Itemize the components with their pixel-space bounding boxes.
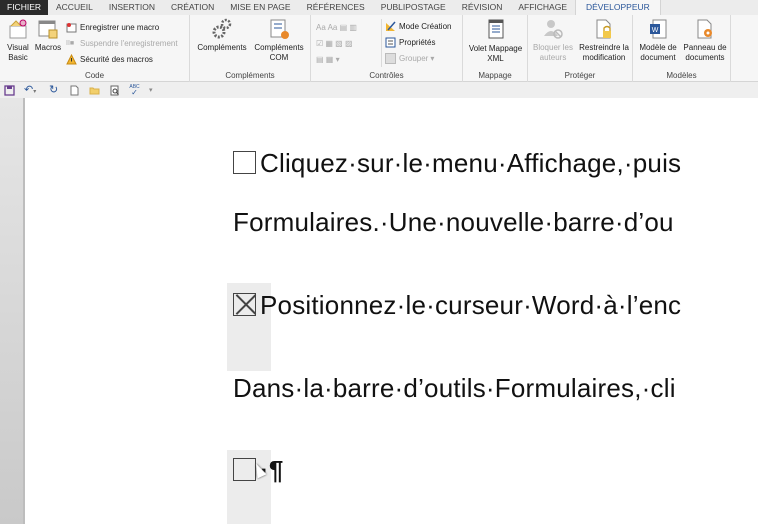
restrict-editing-button[interactable]: Restreindre la modification	[576, 18, 632, 63]
tab-publipostage[interactable]: PUBLIPOSTAGE	[373, 0, 454, 15]
group-label-mappage: Mappage	[478, 71, 512, 80]
ribbon: Visual Basic Macros Enregistrer une macr…	[0, 15, 758, 82]
group-code: Visual Basic Macros Enregistrer une macr…	[0, 15, 190, 82]
svg-text:W: W	[652, 27, 659, 34]
block-authors-icon	[544, 20, 563, 39]
document-line-4[interactable]: Dans·la·barre·d’outils·Formulaires,·cli	[233, 373, 676, 404]
pause-recording-button[interactable]: II■ Suspendre l'enregistrement	[66, 36, 178, 50]
checkbox-checked-icon[interactable]	[233, 293, 256, 316]
tab-references[interactable]: RÉFÉRENCES	[299, 0, 373, 15]
word-template-icon: W	[650, 19, 667, 39]
macro-security-button[interactable]: Sécurité des macros	[66, 52, 153, 66]
group-complements: Compléments Compléments COM Compléments	[190, 15, 311, 82]
visual-basic-button[interactable]: Visual Basic	[3, 18, 33, 63]
visual-basic-icon	[9, 19, 27, 39]
new-document-icon[interactable]	[69, 85, 80, 96]
group-label-modeles: Modèles	[666, 71, 697, 80]
properties-button[interactable]: Propriétés	[385, 35, 435, 49]
checkbox-unchecked-icon[interactable]	[233, 151, 256, 174]
tab-insertion[interactable]: INSERTION	[101, 0, 163, 15]
save-icon[interactable]	[4, 84, 15, 96]
document-template-button[interactable]: W Modèle de document	[635, 18, 681, 63]
tab-revision[interactable]: RÉVISION	[454, 0, 511, 15]
legacy-tools-row: ▤ ▦ ▾	[316, 55, 340, 64]
document-line-2[interactable]: Formulaires.·Une·nouvelle·barre·d’ou	[233, 207, 674, 238]
group-label-complements: Compléments	[225, 71, 275, 80]
tab-mise-en-page[interactable]: MISE EN PAGE	[222, 0, 298, 15]
redo-icon[interactable]: ↻	[49, 84, 60, 96]
group-button[interactable]: Grouper ▾	[385, 51, 434, 65]
pause-icon: II■	[66, 39, 75, 47]
document-line-1[interactable]: Cliquez·sur·le·menu·Affichage,·puis	[233, 148, 681, 179]
dropdown-icon: ▾	[430, 53, 435, 63]
design-mode-icon	[386, 21, 396, 31]
document-panel-button[interactable]: Panneau de documents	[681, 18, 729, 63]
customize-qat-icon[interactable]: ▾	[149, 85, 160, 96]
macros-icon	[38, 20, 58, 39]
xml-mapping-pane-button[interactable]: Volet Mappage XML	[465, 18, 526, 64]
complements-button[interactable]: Compléments	[194, 18, 250, 53]
tab-fichier[interactable]: FICHIER	[0, 0, 48, 15]
block-authors-button[interactable]: Bloquer les auteurs	[530, 18, 576, 63]
content-controls-grid[interactable]: Aa Aa ▤ ▥ ☑ ▦ ▧ ▨ ▤ ▦ ▾	[316, 20, 357, 68]
document-line-3[interactable]: Positionnez·le·curseur·Word·à·l’enc	[233, 290, 681, 321]
warning-icon	[66, 53, 77, 64]
group-proteger: Bloquer les auteurs Restreindre la modif…	[528, 15, 633, 82]
restrict-editing-icon	[596, 19, 611, 39]
print-preview-icon[interactable]	[109, 85, 120, 96]
separator	[381, 19, 382, 67]
ribbon-tab-bar: FICHIER ACCUEIL INSERTION CRÉATION MISE …	[0, 0, 758, 15]
group-controles: Aa Aa ▤ ▥ ☑ ▦ ▧ ▨ ▤ ▦ ▾ Mode Création Pr…	[311, 15, 463, 82]
tab-developpeur[interactable]: DÉVELOPPEUR	[575, 0, 661, 15]
com-addins-button[interactable]: Compléments COM	[250, 18, 308, 63]
record-macro-button[interactable]: Enregistrer une macro	[66, 20, 159, 34]
group-label-controles: Contrôles	[369, 71, 404, 80]
undo-icon[interactable]: ↶▾	[24, 84, 40, 96]
document-panel-icon	[697, 19, 712, 39]
tab-affichage[interactable]: AFFICHAGE	[510, 0, 575, 15]
left-navigation-margin	[0, 98, 25, 524]
spelling-icon[interactable]: ABC ✓	[129, 84, 140, 96]
macros-button[interactable]: Macros	[33, 18, 63, 53]
quick-access-toolbar: ↶▾ ↻ ABC ✓ ▾	[0, 82, 758, 98]
group-label-proteger: Protéger	[564, 71, 596, 80]
tab-accueil[interactable]: ACCUEIL	[48, 0, 101, 15]
group-label-code: Code	[84, 71, 105, 80]
record-macro-icon	[66, 22, 77, 32]
design-mode-button[interactable]: Mode Création	[385, 19, 451, 33]
group-icon	[385, 52, 396, 64]
open-folder-icon[interactable]	[89, 85, 100, 96]
com-addins-icon	[270, 19, 289, 39]
properties-icon	[385, 37, 396, 47]
group-modeles: W Modèle de document Panneau de document…	[633, 15, 731, 82]
xml-mapping-icon	[488, 19, 503, 39]
text-controls-row: Aa Aa ▤ ▥	[316, 23, 357, 32]
group-mappage: Volet Mappage XML Mappage	[463, 15, 528, 82]
tab-creation[interactable]: CRÉATION	[163, 0, 222, 15]
gears-icon	[212, 18, 232, 39]
checkbox-controls-row: ☑ ▦ ▧ ▨	[316, 39, 353, 48]
